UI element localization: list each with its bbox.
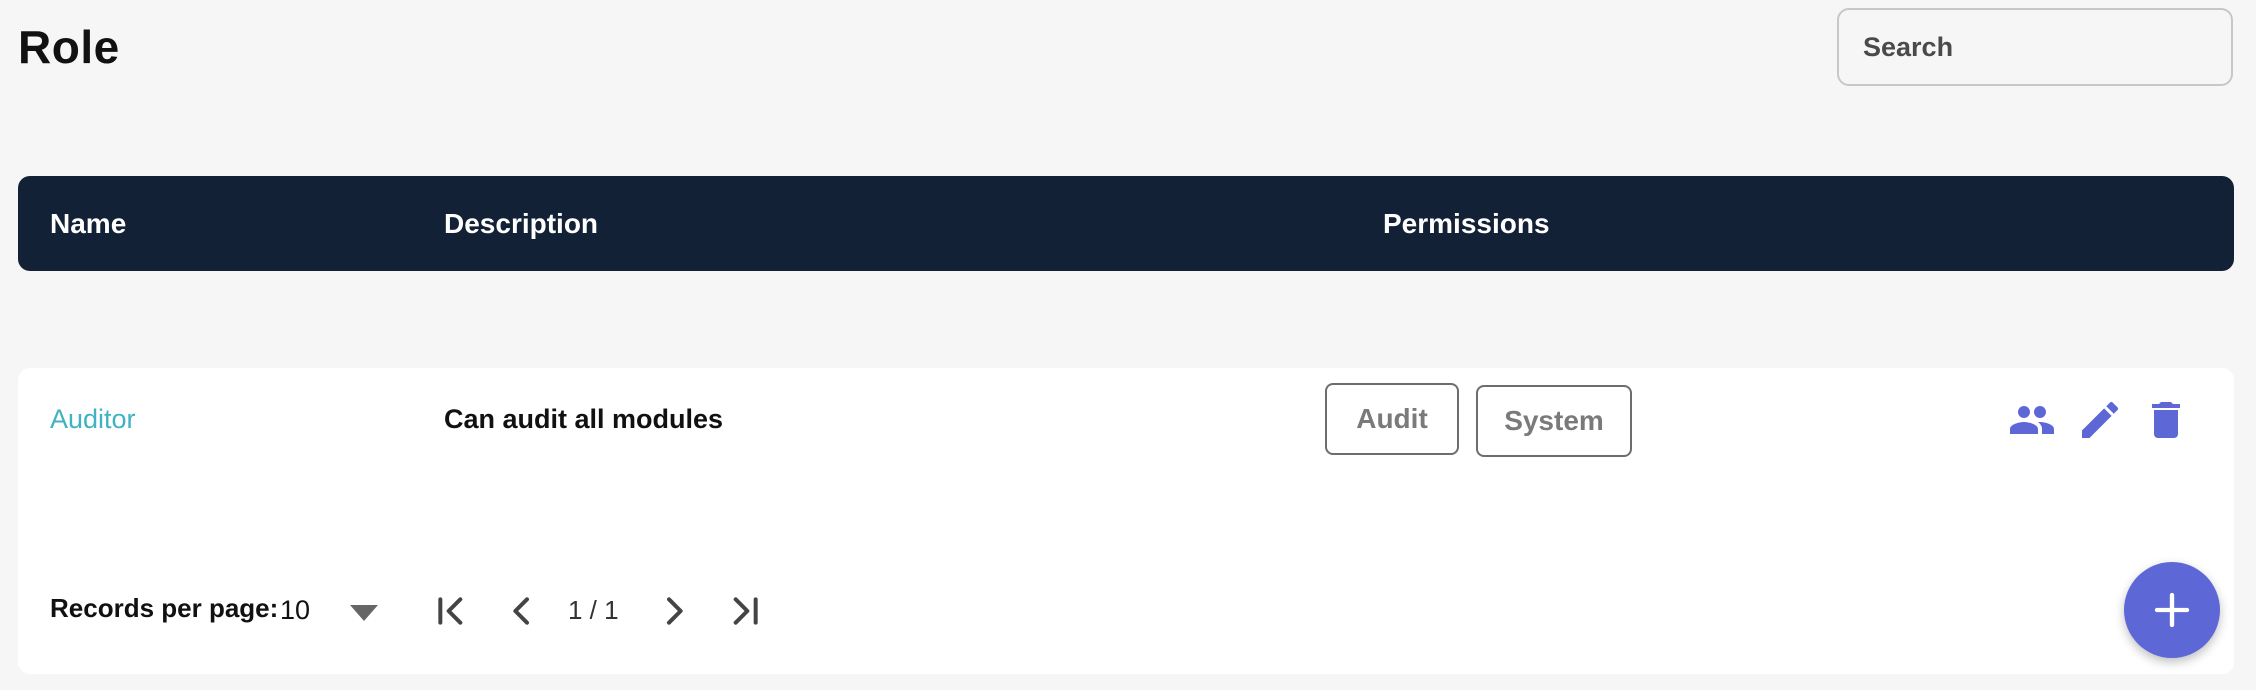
permission-chip-system[interactable]: System — [1476, 385, 1632, 457]
column-header-name[interactable]: Name — [50, 176, 126, 271]
add-role-button[interactable] — [2124, 562, 2220, 658]
edit-icon[interactable] — [2076, 396, 2124, 444]
search-input[interactable] — [1861, 30, 2219, 64]
records-per-page-label: Records per page: — [50, 593, 279, 623]
search-box[interactable] — [1837, 8, 2233, 86]
next-page-icon[interactable] — [654, 591, 694, 631]
delete-icon[interactable] — [2142, 396, 2190, 444]
chevron-down-icon[interactable] — [348, 603, 380, 623]
table-header: Name Description Permissions — [18, 176, 2234, 271]
role-description: Can audit all modules — [444, 404, 724, 434]
role-page: Role Name Description Permissions Audito… — [0, 0, 2256, 690]
role-name-link[interactable]: Auditor — [50, 404, 136, 435]
plus-icon — [2154, 592, 2190, 628]
column-header-permissions[interactable]: Permissions — [1383, 176, 1550, 271]
last-page-icon[interactable] — [724, 591, 764, 631]
page-title: Role — [18, 21, 120, 73]
first-page-icon[interactable] — [432, 591, 472, 631]
permission-chip-audit[interactable]: Audit — [1325, 383, 1459, 455]
page-indicator: 1 / 1 — [568, 595, 619, 625]
column-header-description[interactable]: Description — [444, 176, 598, 271]
previous-page-icon[interactable] — [502, 591, 542, 631]
table-body-card: Auditor Can audit all modules Audit Syst… — [18, 368, 2234, 674]
records-per-page-value[interactable]: 10 — [280, 595, 310, 626]
people-icon[interactable] — [2008, 396, 2056, 444]
